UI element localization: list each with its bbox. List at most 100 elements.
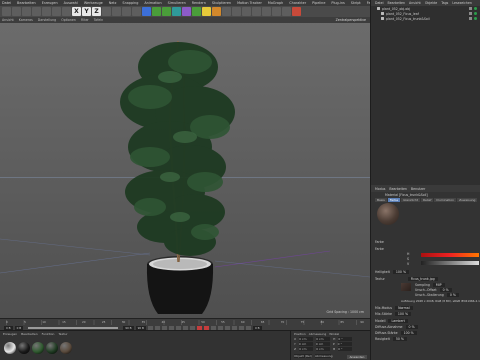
y-axis-lock-button[interactable]: Y bbox=[82, 7, 91, 16]
mix-mode-dropdown[interactable]: Normal bbox=[395, 306, 413, 310]
matmgr-menu-function[interactable]: Funktion bbox=[42, 332, 55, 336]
rotate-icon[interactable] bbox=[52, 7, 61, 16]
menu-item-create[interactable]: Erzeugen bbox=[42, 1, 58, 5]
floor-environment-icon[interactable] bbox=[192, 7, 201, 16]
rotation-p-field[interactable]: 0 ° bbox=[337, 342, 352, 346]
apply-button[interactable]: Anwenden bbox=[347, 355, 367, 359]
material-swatch[interactable] bbox=[46, 342, 58, 354]
object-flags[interactable] bbox=[469, 7, 477, 10]
size-y-field[interactable]: 0 cm bbox=[315, 342, 330, 346]
undo-icon[interactable] bbox=[2, 7, 11, 16]
menu-item-pipeline[interactable]: Pipeline bbox=[312, 1, 325, 5]
value-slider[interactable] bbox=[421, 261, 479, 265]
texture-thumbnail[interactable] bbox=[401, 283, 411, 291]
mix-strength-field[interactable]: 100 % bbox=[394, 312, 412, 316]
live-select-icon[interactable] bbox=[22, 7, 31, 16]
model-dropdown[interactable]: Lambert bbox=[388, 319, 408, 323]
texture-file-field[interactable]: Ficus_trunk.jpg bbox=[407, 277, 438, 281]
tab-illumination[interactable]: Illumination bbox=[434, 198, 457, 202]
matmgr-menu-edit[interactable]: Bearbeiten bbox=[21, 332, 37, 336]
size-mode-dropdown[interactable]: Abmessung bbox=[315, 354, 333, 358]
recent-tools-icon[interactable] bbox=[62, 7, 71, 16]
position-z-field[interactable]: 0 cm bbox=[299, 347, 314, 351]
size-z-field[interactable]: 0 cm bbox=[316, 347, 331, 351]
redo-icon[interactable] bbox=[12, 7, 21, 16]
bend-deformer-icon[interactable] bbox=[182, 7, 191, 16]
roughness-field[interactable]: 50 % bbox=[392, 337, 407, 341]
hue-slider[interactable] bbox=[421, 253, 479, 257]
menu-item-mesh[interactable]: Netz bbox=[109, 1, 117, 5]
menu-item-snap[interactable]: Snapping bbox=[122, 1, 138, 5]
material-swatch[interactable] bbox=[4, 342, 16, 354]
x-axis-lock-button[interactable]: X bbox=[72, 7, 81, 16]
objmgr-menu-file[interactable]: Datei bbox=[375, 1, 384, 5]
position-x-field[interactable]: 0 cm bbox=[299, 337, 314, 341]
snap-icon[interactable] bbox=[292, 7, 301, 16]
attr-menu-mode[interactable]: Modus bbox=[375, 187, 385, 191]
objmgr-menu-bookmarks[interactable]: Lesezeichen bbox=[452, 1, 472, 5]
objmgr-menu-objects[interactable]: Objekte bbox=[425, 1, 437, 5]
render-picture-viewer-icon[interactable] bbox=[122, 7, 131, 16]
tab-basic[interactable]: Basis bbox=[375, 198, 387, 202]
objmgr-menu-edit[interactable]: Bearbeiten bbox=[388, 1, 406, 5]
menu-item-edit[interactable]: Bearbeiten bbox=[17, 1, 36, 5]
material-swatch[interactable] bbox=[60, 342, 72, 354]
spline-pen-icon[interactable] bbox=[162, 7, 171, 16]
tab-reflectance[interactable]: Glanzlicht bbox=[401, 198, 421, 202]
tab-assignment[interactable]: Zuweisung bbox=[457, 198, 478, 202]
z-axis-lock-button[interactable]: Z bbox=[92, 7, 101, 16]
attr-menu-edit[interactable]: Bearbeiten bbox=[389, 187, 407, 191]
material-swatch[interactable] bbox=[18, 342, 30, 354]
model-mode-icon[interactable] bbox=[232, 7, 241, 16]
objmgr-menu-tags[interactable]: Tags bbox=[441, 1, 448, 5]
objmgr-menu-view[interactable]: Ansicht bbox=[409, 1, 421, 5]
blur-offset-field[interactable]: 0 % bbox=[439, 288, 452, 292]
subdivision-surface-icon[interactable] bbox=[152, 7, 161, 16]
menu-item-mograph[interactable]: MoGraph bbox=[268, 1, 283, 5]
cube-primitive-icon[interactable] bbox=[142, 7, 151, 16]
move-icon[interactable] bbox=[32, 7, 41, 16]
render-view-icon[interactable] bbox=[112, 7, 121, 16]
coordinate-system-icon[interactable] bbox=[102, 7, 111, 16]
diffuse-level-field[interactable]: 100 % bbox=[400, 331, 417, 335]
object-flags[interactable] bbox=[469, 12, 477, 15]
make-editable-icon[interactable] bbox=[222, 7, 231, 16]
material-swatch[interactable] bbox=[32, 342, 44, 354]
attr-menu-user[interactable]: Benutzer bbox=[411, 187, 425, 191]
menu-item-motion-tracker[interactable]: Motion Tracker bbox=[237, 1, 262, 5]
edges-mode-icon[interactable] bbox=[272, 7, 281, 16]
matmgr-menu-texture[interactable]: Textur bbox=[58, 332, 67, 336]
perspective-viewport[interactable]: Ansicht Kameras Darstellung Optionen Fil… bbox=[0, 17, 370, 318]
sampling-dropdown[interactable]: MIP bbox=[432, 283, 445, 287]
position-y-field[interactable]: 0 cm bbox=[298, 342, 313, 346]
tab-bump[interactable]: Relief bbox=[421, 198, 434, 202]
scale-icon[interactable] bbox=[42, 7, 51, 16]
diffuse-falloff-field[interactable]: 0 % bbox=[405, 325, 418, 329]
animation-timeline[interactable]: 0 5 10 15 20 25 30 35 40 45 50 55 60 65 … bbox=[0, 318, 370, 330]
menu-item-tools[interactable]: Werkzeuge bbox=[84, 1, 103, 5]
array-generator-icon[interactable] bbox=[172, 7, 181, 16]
light-icon[interactable] bbox=[212, 7, 221, 16]
matmgr-menu-create[interactable]: Erzeugen bbox=[3, 332, 17, 336]
menu-item-plugins[interactable]: Plug-ins bbox=[331, 1, 344, 5]
size-x-field[interactable]: 0 cm bbox=[316, 337, 331, 341]
menu-item-script[interactable]: Skript bbox=[351, 1, 361, 5]
material-preview-sphere[interactable] bbox=[377, 203, 399, 225]
axis-mode-icon[interactable] bbox=[252, 7, 261, 16]
blur-scale-field[interactable]: 0 % bbox=[446, 293, 459, 297]
points-mode-icon[interactable] bbox=[262, 7, 271, 16]
preview-range-slider[interactable] bbox=[28, 327, 119, 329]
brightness-field[interactable]: 100 % bbox=[392, 270, 410, 274]
object-mode-dropdown[interactable]: Objekt (Rel) bbox=[294, 354, 312, 358]
menu-item-animate[interactable]: Animation bbox=[144, 1, 161, 5]
object-flags[interactable] bbox=[469, 17, 477, 20]
camera-icon[interactable] bbox=[202, 7, 211, 16]
texture-mode-icon[interactable] bbox=[242, 7, 251, 16]
menu-item-render[interactable]: Rendern bbox=[192, 1, 206, 5]
rotation-b-field[interactable]: 0 ° bbox=[338, 347, 353, 351]
object-row[interactable]: plant_052_Ficus_trunk&Soil bbox=[371, 16, 480, 21]
rotation-h-field[interactable]: 0 ° bbox=[338, 337, 353, 341]
render-settings-icon[interactable] bbox=[132, 7, 141, 16]
polygons-mode-icon[interactable] bbox=[282, 7, 291, 16]
tab-color[interactable]: Farbe bbox=[387, 198, 401, 202]
